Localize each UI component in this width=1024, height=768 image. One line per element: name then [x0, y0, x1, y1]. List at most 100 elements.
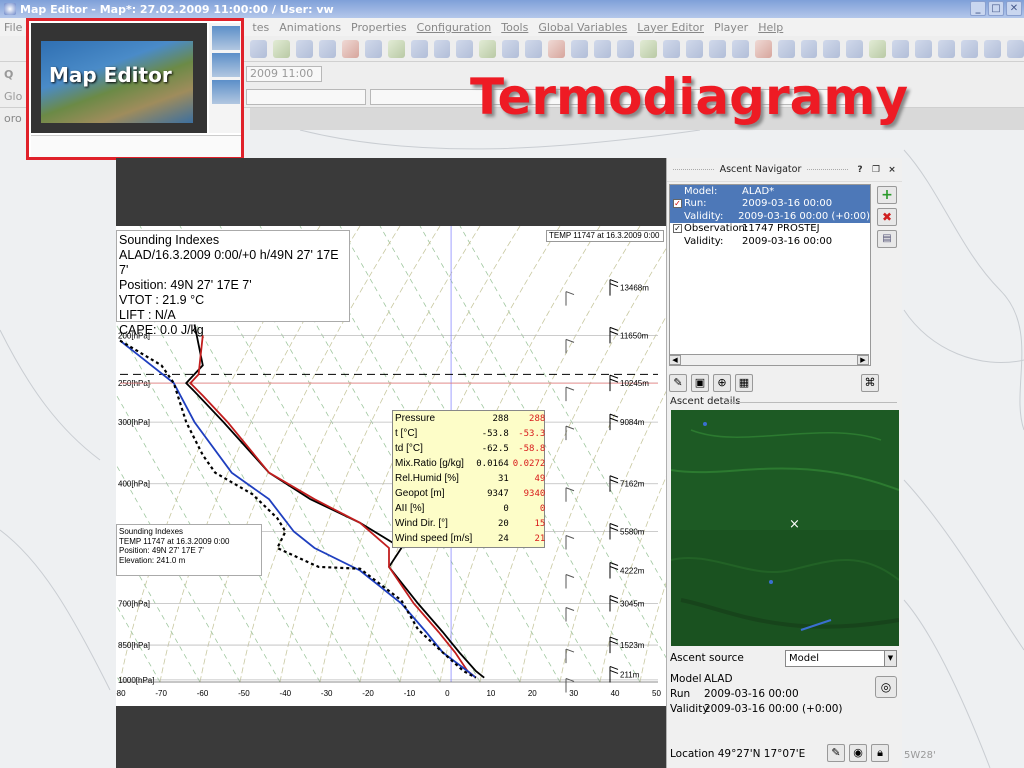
time-combo[interactable]: 2009 11:00 [246, 66, 322, 82]
add-ascent-button[interactable]: + [877, 186, 897, 204]
menu-item[interactable]: tes [252, 21, 269, 34]
menu-player[interactable]: Player [714, 21, 748, 34]
menu-animations[interactable]: Animations [279, 21, 341, 34]
ascent-checkbox[interactable]: ✓ [673, 199, 682, 209]
maximize-button[interactable]: □ [988, 1, 1004, 16]
remove-ascent-button[interactable]: ✖ [877, 208, 897, 226]
toolbar-tool-icon[interactable] [250, 39, 267, 58]
toolbar-tool-icon[interactable] [341, 39, 359, 58]
ascent-list-scrollbar[interactable]: ◀ ▶ [669, 354, 869, 366]
toolbar-tool-icon[interactable] [617, 39, 634, 58]
toolbar-tool-icon[interactable] [272, 39, 290, 58]
toolbar-tool-icon[interactable] [502, 39, 520, 58]
ascent-source-select[interactable]: Model ▼ [785, 650, 897, 667]
print-icon[interactable]: ▣ [691, 374, 709, 392]
tooltip-model-value: 15 [534, 518, 546, 529]
scroll-right-icon[interactable]: ▶ [857, 355, 869, 365]
ascent-list-row[interactable]: Validity: 2009-03-16 00:00 [670, 235, 870, 248]
toolbar-tool-icon[interactable] [1006, 39, 1024, 58]
toolbar-tool-icon[interactable] [318, 39, 336, 58]
tooltip-model-value: 49 [534, 473, 546, 484]
toolbar-tool-icon[interactable] [479, 39, 497, 58]
scroll-left-icon[interactable]: ◀ [669, 355, 681, 365]
edit-location-icon[interactable]: ✎ [827, 744, 845, 762]
menu-properties[interactable]: Properties [351, 21, 407, 34]
ascent-row-key: Observation: [684, 223, 749, 235]
tooltip-model-value: -58.8 [518, 443, 546, 454]
tooltip-row: AII [%] 0 0 [393, 501, 547, 516]
toolbar-tool-icon[interactable] [295, 39, 313, 58]
menu-help[interactable]: Help [758, 21, 783, 34]
x-tick-label: 30 [569, 689, 578, 698]
menu-global-variables[interactable]: Global Variables [538, 21, 627, 34]
lock-icon[interactable]: 🔒︎ [871, 744, 889, 762]
float-icon[interactable]: ❐ [870, 164, 882, 176]
grid-icon[interactable]: ▦ [735, 374, 753, 392]
ascent-row-key: Model: [684, 185, 718, 197]
toolbar-tool-icon[interactable] [869, 39, 887, 58]
toolbar-tool-icon[interactable] [800, 39, 818, 58]
x-tick-label: 10 [486, 689, 495, 698]
toolbar-tool-icon[interactable] [639, 39, 657, 58]
target-icon[interactable]: ◉ [849, 744, 867, 762]
index-line: Sounding Indexes [119, 233, 220, 247]
toolbar-tool-icon[interactable] [823, 39, 841, 58]
toolbar-tool-icon[interactable] [364, 39, 382, 58]
toolbar-tool-icon[interactable] [915, 39, 933, 58]
toolbar-tool-icon[interactable] [754, 39, 772, 58]
menu-tools[interactable]: Tools [501, 21, 528, 34]
thermodynamic-chart[interactable]: 200[hPa]250[hPa]300[hPa]400[hPa]500[hPa]… [116, 226, 666, 706]
refresh-source-button[interactable]: ◎ [875, 676, 897, 698]
ascent-list-row[interactable]: ✓ Observation: 11747 PROSTEJ [670, 223, 870, 236]
chart-settings-icon[interactable]: ⌘ [861, 374, 879, 392]
wind-barb [609, 279, 619, 284]
toolbar-tool-icon[interactable] [387, 39, 405, 58]
toolbar-tool-icon[interactable] [548, 39, 566, 58]
toolbar-tool-icon[interactable] [961, 39, 978, 58]
toolbar-tool-icon[interactable] [685, 39, 703, 58]
zoom-icon[interactable]: Q [4, 68, 13, 81]
toolbar-tool-icon[interactable] [846, 39, 864, 58]
ascent-row-key: Run: [684, 198, 707, 210]
location-readout: Location 49°27'N 17°07'E [670, 748, 806, 760]
minimize-button[interactable]: _ [970, 1, 986, 16]
close-button[interactable]: ✕ [1006, 1, 1022, 16]
toolbar-tool-icon[interactable] [456, 39, 474, 58]
ascent-list-row[interactable]: ✓ Run: 2009-03-16 00:00 [670, 197, 870, 210]
crosshair-icon[interactable]: ⊕ [713, 374, 731, 392]
tooltip-label: Mix.Ratio [g/kg] [395, 458, 464, 469]
menu-file[interactable]: File [4, 21, 22, 34]
tooltip-observed-value: -53.8 [481, 428, 509, 439]
toolbar-tool-icon[interactable] [777, 39, 795, 58]
ascent-checkbox[interactable]: ✓ [673, 224, 682, 234]
tooltip-observed-value: 9347 [487, 488, 509, 499]
toolbar-tool-icon[interactable] [571, 39, 589, 58]
mini-map-svg: × [671, 422, 899, 646]
x-tick-label: 20 [528, 689, 537, 698]
tooltip-observed-value: 20 [497, 518, 509, 529]
toolbar-tool-icon[interactable] [938, 39, 956, 58]
obs-index-line: Position: 49N 27' 17E 7' [119, 546, 204, 555]
close-icon[interactable]: × [886, 164, 898, 176]
menu-configuration[interactable]: Configuration [417, 21, 492, 34]
pencil-icon[interactable]: ✎ [669, 374, 687, 392]
toolbar-tool-icon[interactable] [892, 39, 910, 58]
toolbar-tool-icon[interactable] [662, 39, 680, 58]
toolbar-tool-icon[interactable] [525, 39, 543, 58]
layer-combo-1[interactable] [246, 89, 366, 105]
sounding-diagram-panel: 200[hPa]250[hPa]300[hPa]400[hPa]500[hPa]… [116, 158, 666, 768]
toolbar-tool-icon[interactable] [433, 39, 451, 58]
menu-layer-editor[interactable]: Layer Editor [637, 21, 704, 34]
toolbar-tool-icon[interactable] [731, 39, 749, 58]
ascent-location-map[interactable]: × [671, 410, 899, 646]
edit-ascent-button[interactable]: ▤ [877, 230, 897, 248]
help-icon[interactable]: ? [854, 164, 866, 176]
toolbar-tool-icon[interactable] [594, 39, 611, 58]
ascent-list[interactable]: Model: ALAD* ✓ Run: 2009-03-16 00:00 Validity… [669, 184, 871, 366]
toolbar-tool-icon[interactable] [984, 39, 1001, 58]
ascent-list-row[interactable]: Model: ALAD* [670, 185, 870, 198]
wind-barb [609, 595, 619, 599]
toolbar-tool-icon[interactable] [410, 39, 428, 58]
toolbar-tool-icon[interactable] [708, 39, 726, 58]
ascent-list-row[interactable]: Validity: 2009-03-16 00:00 (+0:00) [670, 210, 870, 223]
